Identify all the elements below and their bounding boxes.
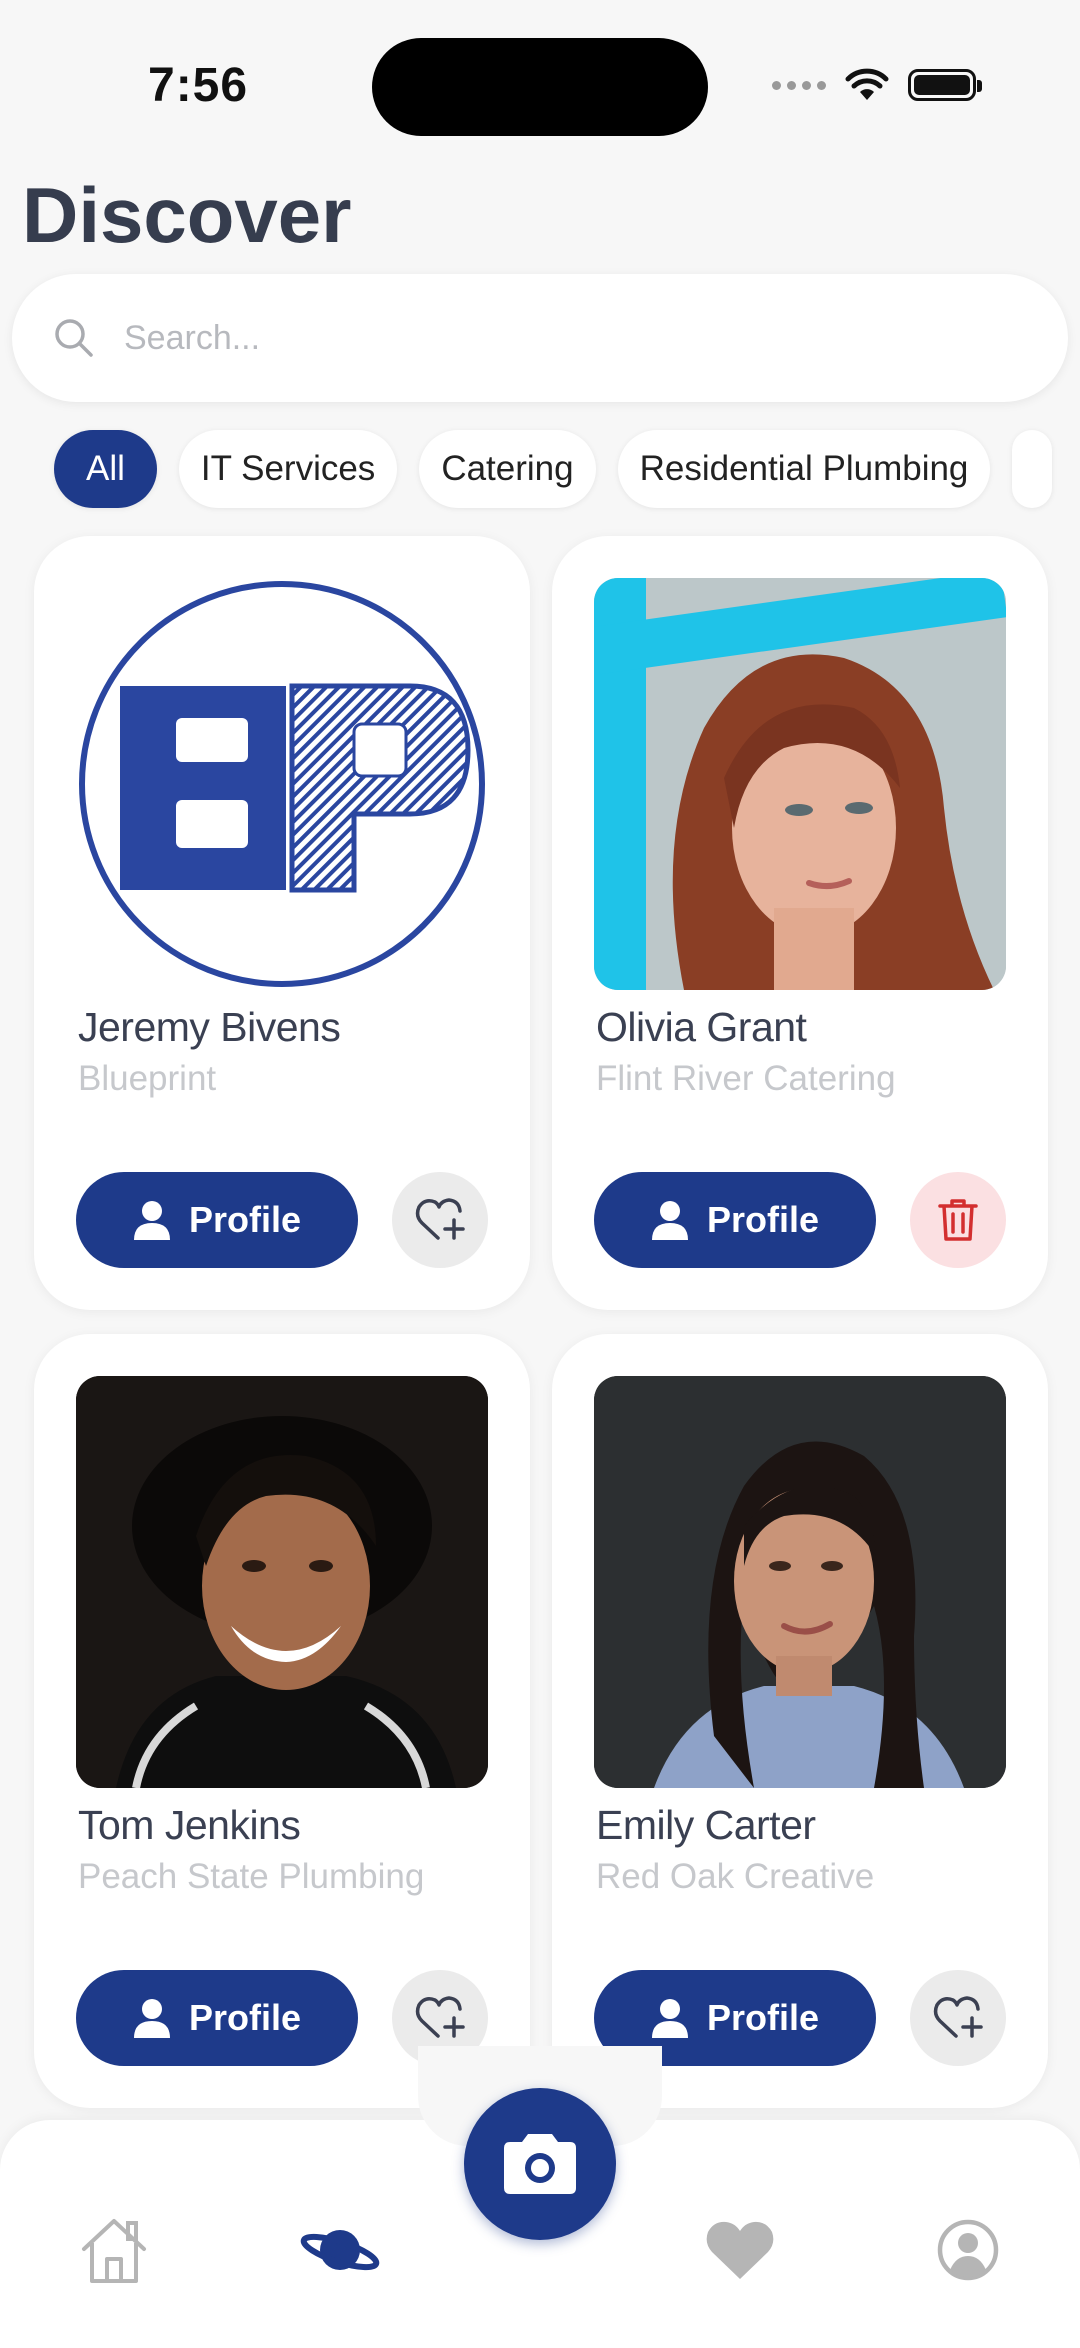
battery-icon — [908, 69, 982, 101]
person-icon — [651, 1201, 688, 1240]
card-company: Flint River Catering — [596, 1059, 896, 1098]
person-icon — [133, 1999, 170, 2038]
person-icon — [651, 1999, 688, 2038]
nav-home[interactable] — [74, 2210, 154, 2290]
filter-chip-catering[interactable]: Catering — [419, 430, 596, 508]
filter-chip-it-services[interactable]: IT Services — [178, 430, 398, 508]
heart-plus-icon — [933, 1996, 983, 2038]
contact-card[interactable]: Emily Carter Red Oak Creative Profile — [552, 1334, 1048, 2108]
card-company: Peach State Plumbing — [78, 1857, 425, 1896]
search-bar[interactable] — [12, 274, 1068, 402]
wifi-icon — [845, 68, 889, 100]
portrait-photo — [76, 1376, 488, 1788]
profile-button-label: Profile — [188, 1997, 302, 2038]
card-image — [76, 578, 488, 990]
status-time: 7:56 — [148, 59, 249, 112]
page-title: Discover — [22, 171, 352, 259]
nav-discover[interactable] — [300, 2210, 380, 2290]
search-input[interactable] — [124, 318, 1024, 358]
add-favorite-button[interactable] — [910, 1970, 1006, 2066]
category-filter-bar: All IT Services Catering Residential Plu… — [54, 430, 1053, 508]
camera-icon — [504, 2134, 576, 2194]
blueprint-logo-image — [79, 581, 485, 987]
contact-card[interactable]: Jeremy Bivens Blueprint Profile — [34, 536, 530, 1310]
filter-chip-more[interactable] — [1012, 430, 1053, 508]
card-name: Jeremy Bivens — [78, 1004, 341, 1050]
profile-button[interactable]: Profile — [76, 1172, 358, 1268]
profile-button-label: Profile — [706, 1199, 820, 1240]
card-image — [76, 1376, 488, 1788]
portrait-photo — [594, 578, 1006, 990]
profile-button[interactable]: Profile — [594, 1172, 876, 1268]
filter-chip-all[interactable]: All — [54, 430, 157, 508]
status-indicators — [772, 68, 982, 102]
nav-account[interactable] — [928, 2210, 1008, 2290]
card-image — [594, 578, 1006, 990]
nav-favorites[interactable] — [700, 2210, 780, 2290]
profile-button[interactable]: Profile — [76, 1970, 358, 2066]
profile-button-label: Profile — [188, 1199, 302, 1240]
trash-icon — [938, 1199, 978, 1241]
dynamic-island — [372, 38, 708, 136]
account-icon — [937, 2219, 999, 2281]
profile-button-label: Profile — [706, 1997, 820, 2038]
signal-icon — [772, 80, 826, 90]
delete-button[interactable] — [910, 1172, 1006, 1268]
home-icon — [82, 2219, 146, 2283]
person-icon — [133, 1201, 170, 1240]
contact-card[interactable]: Olivia Grant Flint River Catering Profil… — [552, 536, 1048, 1310]
heart-plus-icon — [415, 1996, 465, 2038]
card-name: Tom Jenkins — [78, 1802, 301, 1848]
discover-planet-icon — [300, 2230, 380, 2271]
card-image — [594, 1376, 1006, 1788]
heart-plus-icon — [415, 1198, 465, 1240]
add-favorite-button[interactable] — [392, 1172, 488, 1268]
heart-icon — [706, 2221, 774, 2279]
search-icon — [55, 319, 93, 357]
card-company: Red Oak Creative — [596, 1857, 875, 1896]
camera-button[interactable] — [464, 2088, 616, 2240]
portrait-photo — [594, 1376, 1006, 1788]
card-company: Blueprint — [78, 1059, 217, 1098]
filter-chip-residential-plumbing[interactable]: Residential Plumbing — [617, 430, 991, 508]
contact-card[interactable]: Tom Jenkins Peach State Plumbing Profile — [34, 1334, 530, 2108]
card-name: Olivia Grant — [596, 1004, 807, 1050]
card-name: Emily Carter — [596, 1802, 816, 1848]
